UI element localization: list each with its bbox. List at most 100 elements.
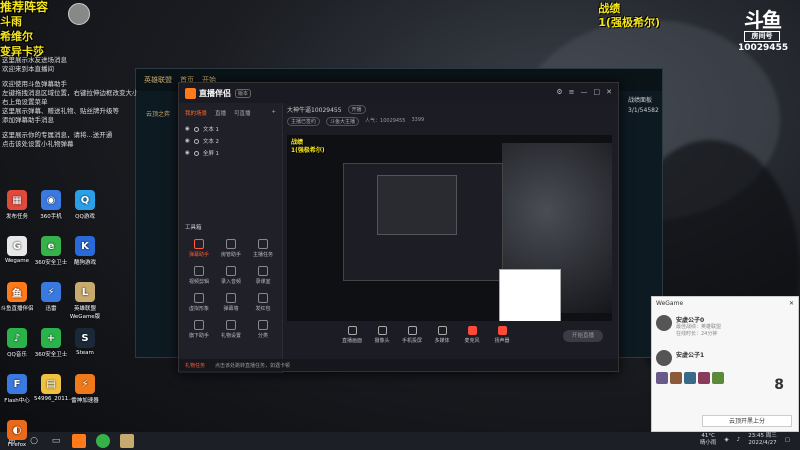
tool-item[interactable]: 录课室 <box>247 266 279 285</box>
desktop-icon[interactable]: L 英雄联盟WeGame版 <box>68 282 102 320</box>
douyu-room-label: 房间号 <box>744 31 780 42</box>
tool-item[interactable]: 视频剪辑 <box>183 266 215 285</box>
phone-cast-button[interactable]: 手机投屏 <box>401 326 423 344</box>
desktop-icon[interactable]: ▤ 54996_2011... <box>34 374 74 402</box>
desktop-icon-label: 360安全卫士 <box>34 260 68 266</box>
desktop-icon[interactable]: e 360安全卫士 <box>34 236 68 266</box>
screen-capture-button[interactable]: 直播画面 <box>341 326 363 344</box>
volume-icon[interactable]: ♪ <box>737 437 741 443</box>
tool-label: 礼物设置 <box>220 333 241 339</box>
tool-item[interactable]: 弹幕墙 <box>215 293 247 312</box>
chat-line: 点击该处设置小礼物弹幕 <box>2 140 74 148</box>
tool-item[interactable]: 房管助手 <box>215 239 247 258</box>
taskbar-app-lol[interactable] <box>120 434 134 448</box>
desktop-icon[interactable]: +360安全卫士 <box>34 328 68 358</box>
tab-available[interactable]: 可直播 <box>234 109 251 117</box>
media-button[interactable]: 多媒体 <box>431 326 453 344</box>
streaming-app-window[interactable]: 直播伴侣 版本 ⚙ ≡ — □ ✕ 我的场景 直播 可直播 + ◉ 文本 1 ◉… <box>178 82 619 373</box>
app-icon: K <box>75 236 95 256</box>
side-panel-text: 战绩面板 3/1/54582 <box>628 96 659 116</box>
tool-item[interactable]: 录入音频 <box>215 266 247 285</box>
tool-item[interactable]: 主播任务 <box>247 239 279 258</box>
tool-item[interactable]: 礼物设置 <box>215 320 247 339</box>
preview-nested-window-inner <box>377 175 457 235</box>
stream-tag[interactable]: 开播 <box>347 105 366 114</box>
desktop-icon[interactable]: ◐ Firefox <box>0 420 34 448</box>
tool-label: 弹幕墙 <box>223 306 239 312</box>
notification-icon[interactable]: ▢ <box>785 437 790 443</box>
speaker-button[interactable]: 扬声器 <box>491 326 513 344</box>
lol-tab[interactable]: 英雄联盟 <box>144 75 172 85</box>
version-badge[interactable]: 版本 <box>235 88 252 98</box>
status-alert[interactable]: 礼物任务 <box>185 362 205 369</box>
avatar <box>656 315 672 331</box>
lock-icon[interactable] <box>193 126 199 132</box>
scene-item[interactable]: ◉ 文本 2 <box>179 135 282 147</box>
play-together-button[interactable]: 云顶开黑上分 <box>702 415 792 427</box>
taskbar-app-360[interactable] <box>96 434 110 448</box>
desktop-icon[interactable]: 鱼斗鱼直播伴侣 <box>0 282 34 312</box>
stream-preview[interactable]: 战绩 1(强极希尔) <box>287 135 612 321</box>
preview-overlay-line: 战绩 <box>291 139 304 146</box>
tool-icon <box>226 320 236 330</box>
app-icon: ◐ <box>7 420 27 440</box>
lol-mode-label[interactable]: 云顶之弈 <box>146 109 170 118</box>
status-bar: 礼物任务 点击该处跳转直播任务，如遇卡顿 <box>179 359 618 371</box>
close-icon[interactable]: ✕ <box>606 88 612 96</box>
eye-icon[interactable]: ◉ <box>185 138 190 144</box>
chat-line: 这里展示你的专属消息，请将...送开通 <box>2 131 113 139</box>
maximize-icon[interactable]: □ <box>594 88 601 96</box>
network-icon[interactable]: ◈ <box>724 437 728 443</box>
desktop-icon[interactable]: F Flash中心 <box>0 374 34 404</box>
preview-overlay-line: 1(强极希尔) <box>291 147 325 154</box>
settings-icon[interactable]: ⚙ <box>556 88 562 96</box>
stream-title[interactable]: 大神牛逼10029455 <box>287 105 342 114</box>
clock[interactable]: 23:45 周三 2022/4/27 <box>748 433 777 447</box>
app-icon: ▤ <box>41 374 61 394</box>
desktop-icon[interactable]: K 酷狗游戏 <box>68 236 102 266</box>
minimize-icon[interactable]: — <box>581 88 588 96</box>
wegame-popup[interactable]: WeGame ✕ 安虚公子0 最佳战绩：英雄联盟 在线时长：24分钟 安虚公子1… <box>651 296 799 432</box>
tool-label: 旗下助手 <box>188 333 209 339</box>
weather[interactable]: 41°C 晴小雨 <box>700 433 717 447</box>
desktop-icon[interactable]: ◉ 360手机 <box>34 190 68 220</box>
camera-button[interactable]: 摄像头 <box>371 326 393 344</box>
chat-line: 这里展示弹幕、赠送礼物、贴丝牌升级等 <box>2 107 119 115</box>
phone-icon <box>407 326 417 335</box>
tool-item[interactable]: 分类 <box>247 320 279 339</box>
lock-icon[interactable] <box>193 138 199 144</box>
left-panel: 我的场景 直播 可直播 + ◉ 文本 1 ◉ 文本 2 ◉ 全屏 1 工具箱 弹… <box>179 103 283 373</box>
eye-icon[interactable]: ◉ <box>185 126 190 132</box>
tool-item[interactable]: 旗下助手 <box>183 320 215 339</box>
tool-item[interactable]: 虚拟形象 <box>183 293 215 312</box>
wegame-header: WeGame ✕ <box>652 297 798 311</box>
desktop-icon[interactable]: ⚡ 雷神加速器 <box>68 374 102 404</box>
tool-label: 虚拟形象 <box>188 306 209 312</box>
app-icon: G <box>7 236 27 256</box>
desktop-icon[interactable]: ▦ 发布任务 <box>0 190 34 220</box>
desktop-icon[interactable]: Q QQ游戏 <box>68 190 102 220</box>
window-controls: ⚙ ≡ — □ ✕ <box>556 88 612 96</box>
app-title-bar[interactable]: 直播伴侣 版本 ⚙ ≡ — □ ✕ <box>179 83 618 103</box>
desktop-icon[interactable]: S Steam <box>68 328 102 356</box>
tab-my-scenes[interactable]: 我的场景 <box>185 109 207 117</box>
taskbar-app-douyu[interactable] <box>72 434 86 448</box>
scene-item[interactable]: ◉ 全屏 1 <box>179 147 282 159</box>
tool-item[interactable]: 弹幕助手 <box>183 239 215 258</box>
add-scene-icon[interactable]: + <box>271 109 276 117</box>
eye-icon[interactable]: ◉ <box>185 150 190 156</box>
user-name: 安虚公子1 <box>676 352 705 359</box>
lock-icon[interactable] <box>193 150 199 156</box>
microphone-button[interactable]: 麦克风 <box>461 326 483 344</box>
close-icon[interactable]: ✕ <box>789 300 794 308</box>
start-stream-button[interactable]: 开始直播 <box>563 330 603 342</box>
scene-item[interactable]: ◉ 文本 1 <box>179 123 282 135</box>
desktop-icon[interactable]: ⚡ 迅雷 <box>34 282 68 312</box>
tool-item[interactable]: 发红包 <box>247 293 279 312</box>
tab-live[interactable]: 直播 <box>215 109 226 117</box>
menu-icon[interactable]: ≡ <box>569 88 575 96</box>
desktop-icon[interactable]: ♪ QQ音乐 <box>0 328 34 358</box>
desktop-icon-label: QQ游戏 <box>75 214 95 220</box>
desktop-icon[interactable]: G Wegame <box>0 236 34 264</box>
task-view-icon[interactable]: ▭ <box>50 435 62 447</box>
